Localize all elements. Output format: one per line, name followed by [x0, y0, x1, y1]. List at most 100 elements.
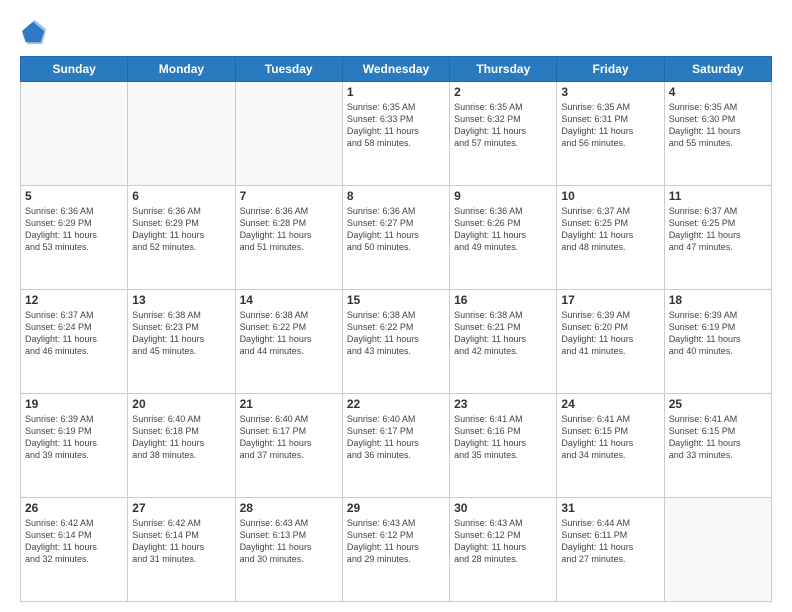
- calendar-cell: 9 Sunrise: 6:36 AM Sunset: 6:26 PM Daylig…: [450, 186, 557, 290]
- calendar-cell: 16Sunrise: 6:38 AM Sunset: 6:21 PM Dayli…: [450, 290, 557, 394]
- calendar-cell: 26 Sunrise: 6:42 AM Sunset: 6:14 PM Dayli…: [21, 498, 128, 602]
- calendar-week-4: 26 Sunrise: 6:42 AM Sunset: 6:14 PM Dayli…: [21, 498, 772, 602]
- calendar-cell: 3Sunrise: 6:35 AM Sunset: 6:31 PM Daylig…: [557, 82, 664, 186]
- calendar-cell: 12 Sunrise: 6:37 AM Sunset: 6:24 PM Dayli…: [21, 290, 128, 394]
- day-number: 16: [454, 293, 552, 307]
- day-info: Sunrise: 6:38 AM Sunset: 6:22 PM Dayligh…: [347, 309, 445, 358]
- day-number: 20: [132, 397, 230, 411]
- calendar-cell: 4 Sunrise: 6:35 AM Sunset: 6:30 PM Daylig…: [664, 82, 771, 186]
- calendar-week-1: 5 Sunrise: 6:36 AM Sunset: 6:29 PM Daylig…: [21, 186, 772, 290]
- calendar-cell: 13 Sunrise: 6:38 AM Sunset: 6:23 PM Dayli…: [128, 290, 235, 394]
- calendar-cell: 2 Sunrise: 6:35 AM Sunset: 6:32 PM Daylig…: [450, 82, 557, 186]
- calendar-cell: 22Sunrise: 6:40 AM Sunset: 6:17 PM Dayli…: [342, 394, 449, 498]
- calendar-week-3: 19 Sunrise: 6:39 AM Sunset: 6:19 PM Dayli…: [21, 394, 772, 498]
- header-row: SundayMondayTuesdayWednesdayThursdayFrid…: [21, 57, 772, 82]
- day-number: 24: [561, 397, 659, 411]
- logo: [20, 18, 50, 46]
- day-info: Sunrise: 6:41 AM Sunset: 6:15 PM Dayligh…: [561, 413, 659, 462]
- day-info: Sunrise: 6:39 AM Sunset: 6:19 PM Dayligh…: [25, 413, 123, 462]
- calendar-header: SundayMondayTuesdayWednesdayThursdayFrid…: [21, 57, 772, 82]
- day-info: Sunrise: 6:35 AM Sunset: 6:31 PM Dayligh…: [561, 101, 659, 150]
- day-info: Sunrise: 6:36 AM Sunset: 6:26 PM Dayligh…: [454, 205, 552, 254]
- calendar-cell: [664, 498, 771, 602]
- day-info: Sunrise: 6:35 AM Sunset: 6:30 PM Dayligh…: [669, 101, 767, 150]
- calendar-cell: 7Sunrise: 6:36 AM Sunset: 6:28 PM Daylig…: [235, 186, 342, 290]
- day-info: Sunrise: 6:41 AM Sunset: 6:16 PM Dayligh…: [454, 413, 552, 462]
- day-number: 31: [561, 501, 659, 515]
- day-info: Sunrise: 6:37 AM Sunset: 6:25 PM Dayligh…: [561, 205, 659, 254]
- calendar-cell: 29 Sunrise: 6:43 AM Sunset: 6:12 PM Dayli…: [342, 498, 449, 602]
- day-number: 4: [669, 85, 767, 99]
- day-number: 28: [240, 501, 338, 515]
- calendar-cell: 6Sunrise: 6:36 AM Sunset: 6:29 PM Daylig…: [128, 186, 235, 290]
- day-info: Sunrise: 6:36 AM Sunset: 6:27 PM Dayligh…: [347, 205, 445, 254]
- day-info: Sunrise: 6:39 AM Sunset: 6:19 PM Dayligh…: [669, 309, 767, 358]
- day-info: Sunrise: 6:43 AM Sunset: 6:13 PM Dayligh…: [240, 517, 338, 566]
- day-info: Sunrise: 6:38 AM Sunset: 6:22 PM Dayligh…: [240, 309, 338, 358]
- calendar-cell: 5 Sunrise: 6:36 AM Sunset: 6:29 PM Daylig…: [21, 186, 128, 290]
- day-info: Sunrise: 6:43 AM Sunset: 6:12 PM Dayligh…: [347, 517, 445, 566]
- day-number: 26: [25, 501, 123, 515]
- calendar-cell: [21, 82, 128, 186]
- day-number: 8: [347, 189, 445, 203]
- day-number: 29: [347, 501, 445, 515]
- day-info: Sunrise: 6:42 AM Sunset: 6:14 PM Dayligh…: [25, 517, 123, 566]
- day-info: Sunrise: 6:35 AM Sunset: 6:32 PM Dayligh…: [454, 101, 552, 150]
- day-number: 2: [454, 85, 552, 99]
- day-info: Sunrise: 6:40 AM Sunset: 6:18 PM Dayligh…: [132, 413, 230, 462]
- day-info: Sunrise: 6:37 AM Sunset: 6:24 PM Dayligh…: [25, 309, 123, 358]
- calendar-week-2: 12 Sunrise: 6:37 AM Sunset: 6:24 PM Dayli…: [21, 290, 772, 394]
- day-number: 12: [25, 293, 123, 307]
- day-number: 10: [561, 189, 659, 203]
- calendar-cell: 10 Sunrise: 6:37 AM Sunset: 6:25 PM Dayli…: [557, 186, 664, 290]
- day-header-saturday: Saturday: [664, 57, 771, 82]
- page: SundayMondayTuesdayWednesdayThursdayFrid…: [0, 0, 792, 612]
- day-info: Sunrise: 6:41 AM Sunset: 6:15 PM Dayligh…: [669, 413, 767, 462]
- calendar-table: SundayMondayTuesdayWednesdayThursdayFrid…: [20, 56, 772, 602]
- day-info: Sunrise: 6:36 AM Sunset: 6:29 PM Dayligh…: [25, 205, 123, 254]
- day-header-wednesday: Wednesday: [342, 57, 449, 82]
- calendar-cell: 28 Sunrise: 6:43 AM Sunset: 6:13 PM Dayli…: [235, 498, 342, 602]
- day-header-tuesday: Tuesday: [235, 57, 342, 82]
- day-number: 17: [561, 293, 659, 307]
- day-header-friday: Friday: [557, 57, 664, 82]
- day-info: Sunrise: 6:40 AM Sunset: 6:17 PM Dayligh…: [240, 413, 338, 462]
- calendar-cell: 24 Sunrise: 6:41 AM Sunset: 6:15 PM Dayli…: [557, 394, 664, 498]
- calendar-cell: 31 Sunrise: 6:44 AM Sunset: 6:11 PM Dayli…: [557, 498, 664, 602]
- calendar-cell: 21 Sunrise: 6:40 AM Sunset: 6:17 PM Dayli…: [235, 394, 342, 498]
- day-number: 14: [240, 293, 338, 307]
- calendar-cell: [128, 82, 235, 186]
- day-number: 9: [454, 189, 552, 203]
- day-info: Sunrise: 6:36 AM Sunset: 6:28 PM Dayligh…: [240, 205, 338, 254]
- day-number: 23: [454, 397, 552, 411]
- calendar-cell: 30Sunrise: 6:43 AM Sunset: 6:12 PM Dayli…: [450, 498, 557, 602]
- calendar-cell: 11 Sunrise: 6:37 AM Sunset: 6:25 PM Dayli…: [664, 186, 771, 290]
- calendar-week-0: 1 Sunrise: 6:35 AM Sunset: 6:33 PM Daylig…: [21, 82, 772, 186]
- day-number: 13: [132, 293, 230, 307]
- day-number: 6: [132, 189, 230, 203]
- day-info: Sunrise: 6:39 AM Sunset: 6:20 PM Dayligh…: [561, 309, 659, 358]
- day-number: 18: [669, 293, 767, 307]
- day-header-monday: Monday: [128, 57, 235, 82]
- calendar-cell: 19 Sunrise: 6:39 AM Sunset: 6:19 PM Dayli…: [21, 394, 128, 498]
- calendar-cell: 25 Sunrise: 6:41 AM Sunset: 6:15 PM Dayli…: [664, 394, 771, 498]
- day-number: 19: [25, 397, 123, 411]
- day-number: 11: [669, 189, 767, 203]
- day-number: 25: [669, 397, 767, 411]
- calendar-cell: 23 Sunrise: 6:41 AM Sunset: 6:16 PM Dayli…: [450, 394, 557, 498]
- day-header-thursday: Thursday: [450, 57, 557, 82]
- day-info: Sunrise: 6:40 AM Sunset: 6:17 PM Dayligh…: [347, 413, 445, 462]
- day-number: 1: [347, 85, 445, 99]
- day-info: Sunrise: 6:35 AM Sunset: 6:33 PM Dayligh…: [347, 101, 445, 150]
- day-number: 15: [347, 293, 445, 307]
- day-info: Sunrise: 6:38 AM Sunset: 6:23 PM Dayligh…: [132, 309, 230, 358]
- day-info: Sunrise: 6:37 AM Sunset: 6:25 PM Dayligh…: [669, 205, 767, 254]
- calendar-cell: 15 Sunrise: 6:38 AM Sunset: 6:22 PM Dayli…: [342, 290, 449, 394]
- calendar-cell: 20 Sunrise: 6:40 AM Sunset: 6:18 PM Dayli…: [128, 394, 235, 498]
- day-number: 5: [25, 189, 123, 203]
- day-number: 21: [240, 397, 338, 411]
- day-header-sunday: Sunday: [21, 57, 128, 82]
- day-info: Sunrise: 6:44 AM Sunset: 6:11 PM Dayligh…: [561, 517, 659, 566]
- day-number: 27: [132, 501, 230, 515]
- calendar-cell: 17 Sunrise: 6:39 AM Sunset: 6:20 PM Dayli…: [557, 290, 664, 394]
